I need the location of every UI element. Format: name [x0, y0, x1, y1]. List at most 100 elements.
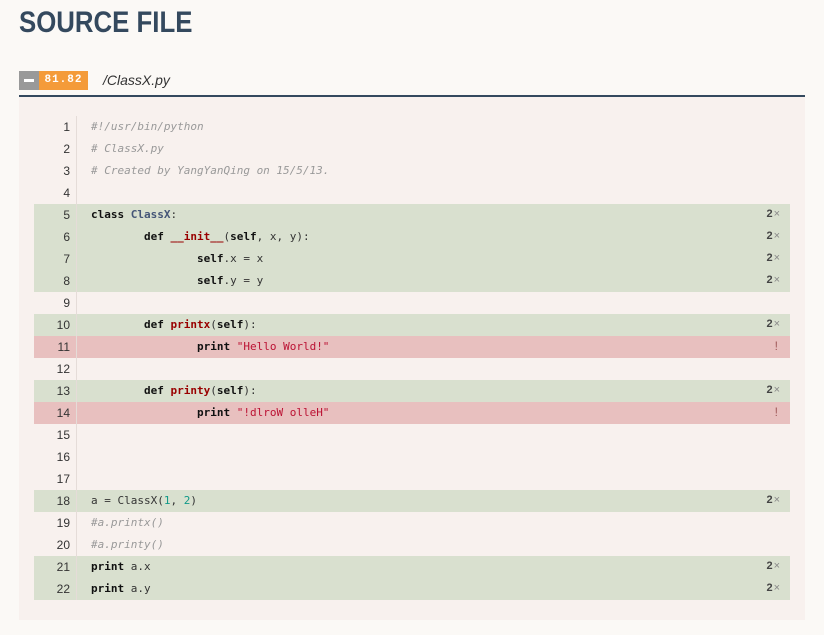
times-icon: × [773, 582, 780, 594]
line-number[interactable]: 17 [34, 472, 70, 486]
times-icon: × [773, 384, 780, 396]
code-line-row: 1 #!/usr/bin/python [34, 116, 790, 138]
source-code-panel: 1 #!/usr/bin/python 2 # ClassX.py 3 # Created… [19, 97, 805, 620]
hit-count: 2× [766, 226, 780, 248]
hit-count: 2× [766, 380, 780, 402]
code-line-row: 9 [34, 292, 790, 314]
line-number[interactable]: 10 [34, 318, 70, 332]
code-table: 1 #!/usr/bin/python 2 # ClassX.py 3 # Created… [34, 116, 790, 600]
hit-count-value: 2 [766, 560, 773, 572]
line-number[interactable]: 16 [34, 450, 70, 464]
line-number[interactable]: 5 [34, 208, 70, 222]
code-token: self [216, 384, 244, 397]
code-text: # ClassX.py [91, 138, 164, 160]
times-icon: × [773, 318, 780, 330]
hit-count-value: 2 [766, 252, 773, 264]
line-number[interactable]: 22 [34, 582, 70, 596]
line-number[interactable]: 21 [34, 560, 70, 574]
line-number[interactable]: 20 [34, 538, 70, 552]
gutter-divider [76, 468, 77, 490]
gutter-divider [76, 424, 77, 446]
code-token: #a.printx() [91, 516, 164, 529]
code-token: printx [170, 318, 211, 331]
line-number[interactable]: 7 [34, 252, 70, 266]
code-token: #a.printy() [91, 538, 164, 551]
code-line-row: 10 def printx(self): 2× [34, 314, 790, 336]
code-text: def printy(self): [91, 380, 257, 402]
hit-count: 2× [766, 490, 780, 512]
minus-icon [24, 78, 34, 82]
gutter-divider [76, 336, 77, 358]
code-token: self [196, 252, 224, 265]
code-line-row: 20 #a.printy() [34, 534, 790, 556]
gutter-divider [76, 534, 77, 556]
line-number[interactable]: 4 [34, 186, 70, 200]
hit-count: 2× [766, 204, 780, 226]
code-token: : [170, 208, 178, 221]
line-number[interactable]: 6 [34, 230, 70, 244]
times-icon: × [773, 274, 780, 286]
code-token: a.x [130, 560, 151, 573]
line-number[interactable]: 3 [34, 164, 70, 178]
file-name: /ClassX.py [103, 72, 170, 88]
code-text: print "!dlroW olleH" [91, 402, 329, 424]
hit-count: 2× [766, 270, 780, 292]
code-line-row: 2 # ClassX.py [34, 138, 790, 160]
hit-count-value: 2 [766, 274, 773, 286]
code-token: ): [243, 318, 257, 331]
code-text: print a.x [91, 556, 151, 578]
code-token: self [230, 230, 257, 243]
line-number[interactable]: 1 [34, 120, 70, 134]
line-number[interactable]: 18 [34, 494, 70, 508]
hit-count-value: 2 [766, 230, 773, 242]
collapse-toggle-button[interactable] [19, 70, 39, 90]
gutter-divider [76, 270, 77, 292]
missed-line-marker: ! [774, 339, 778, 353]
code-text: class ClassX: [91, 204, 177, 226]
line-number[interactable]: 11 [34, 340, 70, 354]
code-token: self [196, 274, 224, 287]
gutter-divider [76, 490, 77, 512]
gutter-divider [76, 380, 77, 402]
times-icon: × [773, 494, 780, 506]
code-line-row: 22 print a.y 2× [34, 578, 790, 600]
code-line-row: 4 [34, 182, 790, 204]
code-token: def [143, 384, 171, 397]
gutter-divider [76, 578, 77, 600]
line-number[interactable]: 13 [34, 384, 70, 398]
file-header: 81.82 /ClassX.py [19, 70, 170, 90]
code-line-row: 19 #a.printx() [34, 512, 790, 534]
code-line-row: 15 [34, 424, 790, 446]
gutter-divider [76, 292, 77, 314]
code-token: class [91, 208, 131, 221]
line-number[interactable]: 2 [34, 142, 70, 156]
code-text: def printx(self): [91, 314, 257, 336]
code-line-row: 11 print "Hello World!"! [34, 336, 790, 358]
code-token: ) [190, 494, 197, 507]
line-number[interactable]: 19 [34, 516, 70, 530]
code-line-row: 5 class ClassX: 2× [34, 204, 790, 226]
code-text: print "Hello World!" [91, 336, 329, 358]
gutter-divider [76, 314, 77, 336]
line-number[interactable]: 8 [34, 274, 70, 288]
code-text: # Created by YangYanQing on 15/5/13. [91, 160, 329, 182]
times-icon: × [773, 252, 780, 264]
line-number[interactable]: 12 [34, 362, 70, 376]
code-line-row: 12 [34, 358, 790, 380]
hit-count-value: 2 [766, 494, 773, 506]
code-token: print [91, 560, 131, 573]
code-token: a = ClassX( [91, 494, 164, 507]
hit-count-value: 2 [766, 384, 773, 396]
line-number[interactable]: 9 [34, 296, 70, 310]
code-text: print a.y [91, 578, 151, 600]
hit-count: 2× [766, 248, 780, 270]
line-number[interactable]: 15 [34, 428, 70, 442]
line-number[interactable]: 14 [34, 406, 70, 420]
times-icon: × [773, 208, 780, 220]
